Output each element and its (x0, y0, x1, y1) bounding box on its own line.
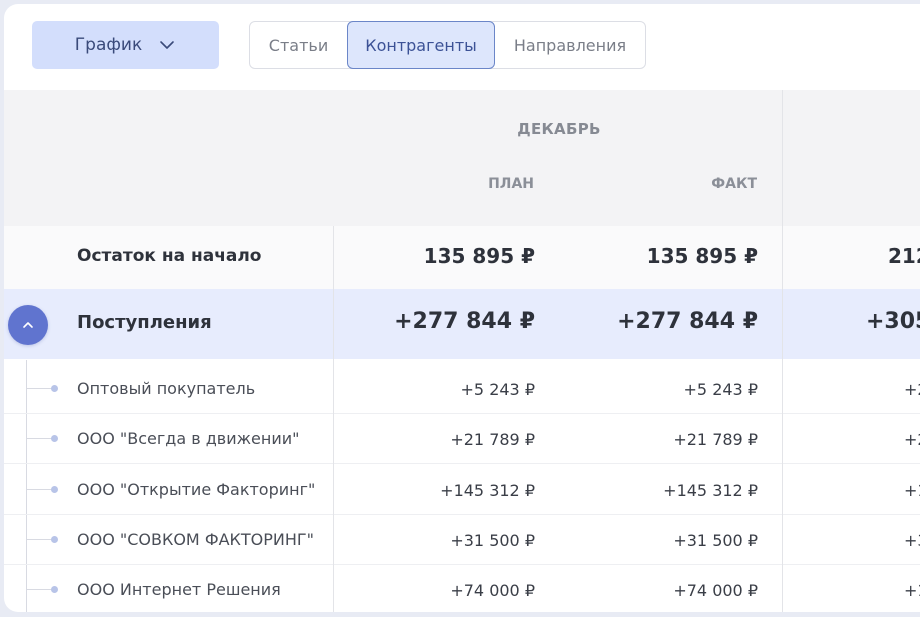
next-month-value: +1 (904, 481, 920, 500)
collapse-income-button[interactable] (8, 305, 48, 345)
column-divider (333, 226, 334, 612)
plan-value: +145 312 ₽ (440, 481, 535, 500)
tab-articles[interactable]: Статьи (250, 22, 347, 68)
view-mode-label: График (74, 35, 143, 55)
plan-value: +74 000 ₽ (450, 581, 535, 600)
tab-directions[interactable]: Направления (495, 22, 645, 68)
cashflow-table: ДЕКАБРЬ ПЛАН ФАКТ Остаток на начало 135 … (4, 90, 920, 612)
plan-value: +31 500 ₽ (450, 531, 535, 550)
next-month-value: +305 (866, 309, 920, 334)
month-header: ДЕКАБРЬ (517, 120, 601, 138)
tab-counterparties[interactable]: Контрагенты (347, 21, 495, 69)
plan-value: +5 243 ₽ (460, 380, 535, 399)
fact-value: +277 844 ₽ (617, 309, 758, 334)
tree-dot (51, 435, 58, 442)
tree-connector (26, 489, 53, 490)
counterparty-name: ООО "СОВКОМ ФАКТОРИНГ" (77, 530, 315, 549)
row-label: Остаток на начало (77, 246, 262, 266)
counterparty-name: ООО "Всегда в движении" (77, 429, 300, 448)
app-frame: График Статьи Контрагенты Направления ДЕ… (4, 4, 920, 612)
fact-value: +145 312 ₽ (663, 481, 758, 500)
tree-connector (26, 589, 53, 590)
tree-dot (51, 586, 58, 593)
next-month-value: +2 (904, 380, 920, 399)
counterparty-name: Оптовый покупатель (77, 379, 256, 398)
month-divider (782, 90, 783, 612)
tree-dot (51, 385, 58, 392)
next-month-value: +3 (904, 531, 920, 550)
fact-value: +74 000 ₽ (673, 581, 758, 600)
next-month-value: +2 (904, 430, 920, 449)
next-month-value: 212 (888, 244, 920, 268)
chevron-down-icon (160, 41, 175, 49)
tree-connector (26, 539, 53, 540)
tree-dot (51, 486, 58, 493)
fact-value: +31 500 ₽ (673, 531, 758, 550)
tree-dot (51, 536, 58, 543)
plan-column-header: ПЛАН (488, 176, 534, 192)
fact-value: +5 243 ₽ (683, 380, 758, 399)
plan-value: 135 895 ₽ (423, 244, 535, 268)
plan-value: +21 789 ₽ (450, 430, 535, 449)
row-label: Поступления (77, 312, 212, 333)
fact-value: 135 895 ₽ (646, 244, 758, 268)
grouping-tabs: Статьи Контрагенты Направления (249, 21, 646, 69)
next-month-value: +1 (904, 581, 920, 600)
fact-value: +21 789 ₽ (673, 430, 758, 449)
tree-connector (26, 388, 53, 389)
chevron-up-icon (23, 322, 33, 328)
tree-connector (26, 438, 53, 439)
counterparty-name: ООО Интернет Решения (77, 580, 281, 599)
view-mode-dropdown[interactable]: График (32, 21, 219, 69)
fact-column-header: ФАКТ (711, 176, 757, 192)
plan-value: +277 844 ₽ (394, 309, 535, 334)
counterparty-name: ООО "Открытие Факторинг" (77, 480, 316, 499)
